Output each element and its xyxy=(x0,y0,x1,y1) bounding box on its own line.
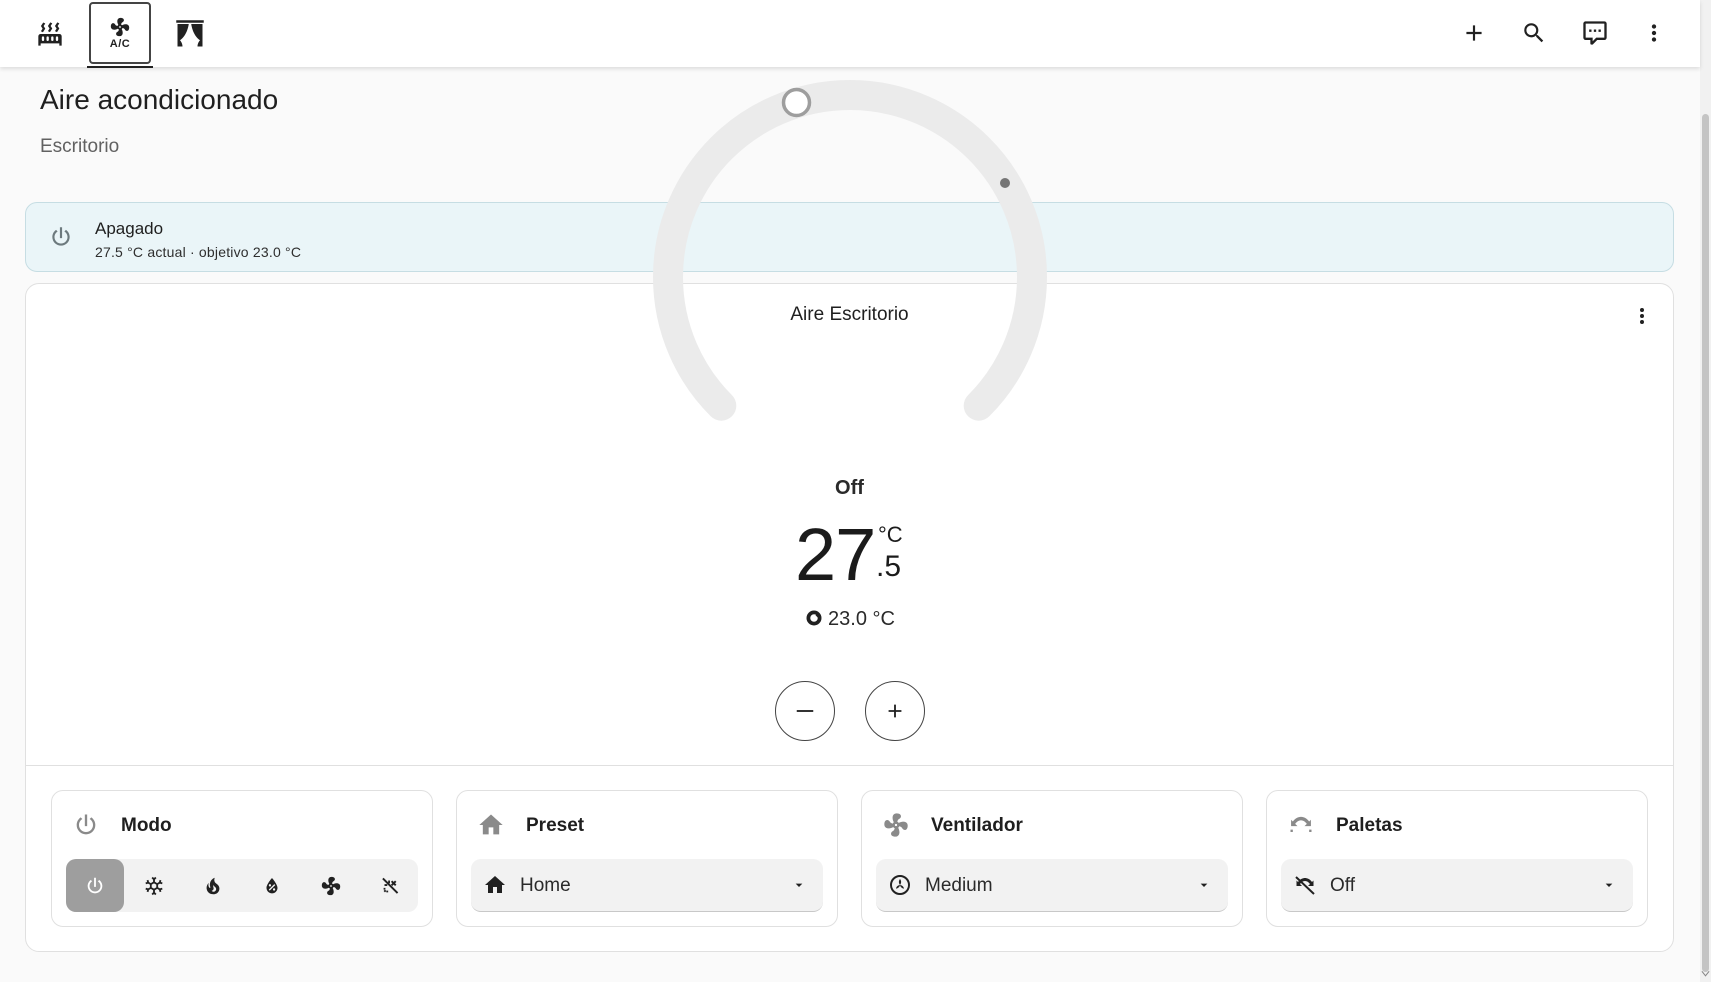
page-title: Aire acondicionado xyxy=(40,84,279,115)
top-toolbar: A/C xyxy=(0,0,1700,68)
more-vert-icon xyxy=(1640,308,1644,324)
add-icon xyxy=(1466,25,1482,41)
search-button[interactable] xyxy=(1511,10,1557,56)
dropdown-arrow-icon xyxy=(1200,883,1208,887)
assist-icon xyxy=(1583,21,1607,45)
temperature-dial[interactable] xyxy=(625,52,1075,502)
preset-select[interactable]: Home xyxy=(471,859,823,912)
add-button[interactable] xyxy=(1451,10,1497,56)
scrollbar-thumb[interactable] xyxy=(1702,114,1709,972)
preset-tile: Preset Home xyxy=(456,790,838,927)
target-temperature-value: 23.0 °C xyxy=(828,608,895,630)
page-subtitle: Escritorio xyxy=(40,136,120,157)
air-conditioner-icon xyxy=(110,17,130,37)
swing-select[interactable]: Off xyxy=(1281,859,1633,912)
curtains-icon xyxy=(176,20,204,47)
arrow-oscillating-icon xyxy=(1290,816,1312,832)
more-options-button[interactable] xyxy=(1631,10,1677,56)
decrease-temperature-button[interactable] xyxy=(775,681,835,741)
radiator-icon xyxy=(38,22,62,46)
fan-title: Ventilador xyxy=(931,815,1023,836)
fan-select[interactable]: Medium xyxy=(876,859,1228,912)
preset-title: Preset xyxy=(526,815,585,836)
minus-icon xyxy=(796,710,814,712)
home-icon xyxy=(485,876,505,893)
target-icon xyxy=(806,610,822,626)
current-temperature-marker xyxy=(1000,178,1010,188)
assist-button[interactable] xyxy=(1572,10,1618,56)
dropdown-arrow-icon xyxy=(1605,883,1613,887)
status-title: Apagado xyxy=(95,219,164,238)
water-percent-icon xyxy=(266,877,278,893)
card-divider xyxy=(26,765,1673,766)
mode-button-group xyxy=(66,859,418,912)
tab-curtains[interactable] xyxy=(157,0,223,68)
fan-value: Medium xyxy=(925,875,993,896)
fan-icon xyxy=(884,813,908,837)
sun-snowflake-icon xyxy=(382,877,399,894)
power-icon xyxy=(87,877,103,893)
power-icon xyxy=(52,227,70,246)
preset-value: Home xyxy=(520,875,571,896)
swing-title: Paletas xyxy=(1336,815,1403,836)
mode-cool-button[interactable] xyxy=(125,859,183,912)
swing-value: Off xyxy=(1330,875,1355,896)
mode-title: Modo xyxy=(121,815,172,836)
search-icon xyxy=(1524,23,1544,43)
mode-heat-cool-button[interactable] xyxy=(361,859,419,912)
plus-icon xyxy=(888,704,902,718)
mode-fan-button[interactable] xyxy=(302,859,360,912)
mode-off-button[interactable] xyxy=(66,859,124,912)
target-handle[interactable] xyxy=(781,87,812,118)
page-scrollbar[interactable] xyxy=(1700,0,1711,982)
mode-tile: Modo xyxy=(51,790,433,927)
home-icon xyxy=(479,814,503,835)
fan-icon xyxy=(321,876,341,895)
increase-temperature-button[interactable] xyxy=(865,681,925,741)
fan-speed-medium-icon xyxy=(890,875,910,895)
fan-tile: Ventilador Medium xyxy=(861,790,1243,927)
swing-tile: Paletas Off xyxy=(1266,790,1648,927)
card-more-options-button[interactable] xyxy=(1627,301,1657,331)
tab-air-conditioner[interactable]: A/C xyxy=(87,0,153,68)
scroll-down-arrow-icon[interactable] xyxy=(1701,970,1710,978)
hvac-mode-label: Off xyxy=(835,477,864,499)
more-vert-icon xyxy=(1651,24,1657,42)
mode-dry-button[interactable] xyxy=(243,859,301,912)
arrow-oscillating-off-icon xyxy=(1295,876,1315,895)
power-icon xyxy=(76,814,96,835)
fire-icon xyxy=(206,877,220,894)
current-temperature-integer: 27 xyxy=(795,513,876,596)
snowflake-icon xyxy=(145,876,163,895)
target-temperature-row: 23.0 °C xyxy=(0,608,1699,631)
dropdown-arrow-icon xyxy=(795,883,803,887)
dial-track xyxy=(653,80,1047,421)
temperature-unit: °C xyxy=(878,522,903,547)
mode-heat-button[interactable] xyxy=(184,859,242,912)
tab-ac-label: A/C xyxy=(109,38,131,50)
current-temperature-decimal: .5 xyxy=(876,550,902,583)
status-detail: 27.5 °C actual · objetivo 23.0 °C xyxy=(95,244,302,260)
tab-heating[interactable] xyxy=(17,0,83,68)
